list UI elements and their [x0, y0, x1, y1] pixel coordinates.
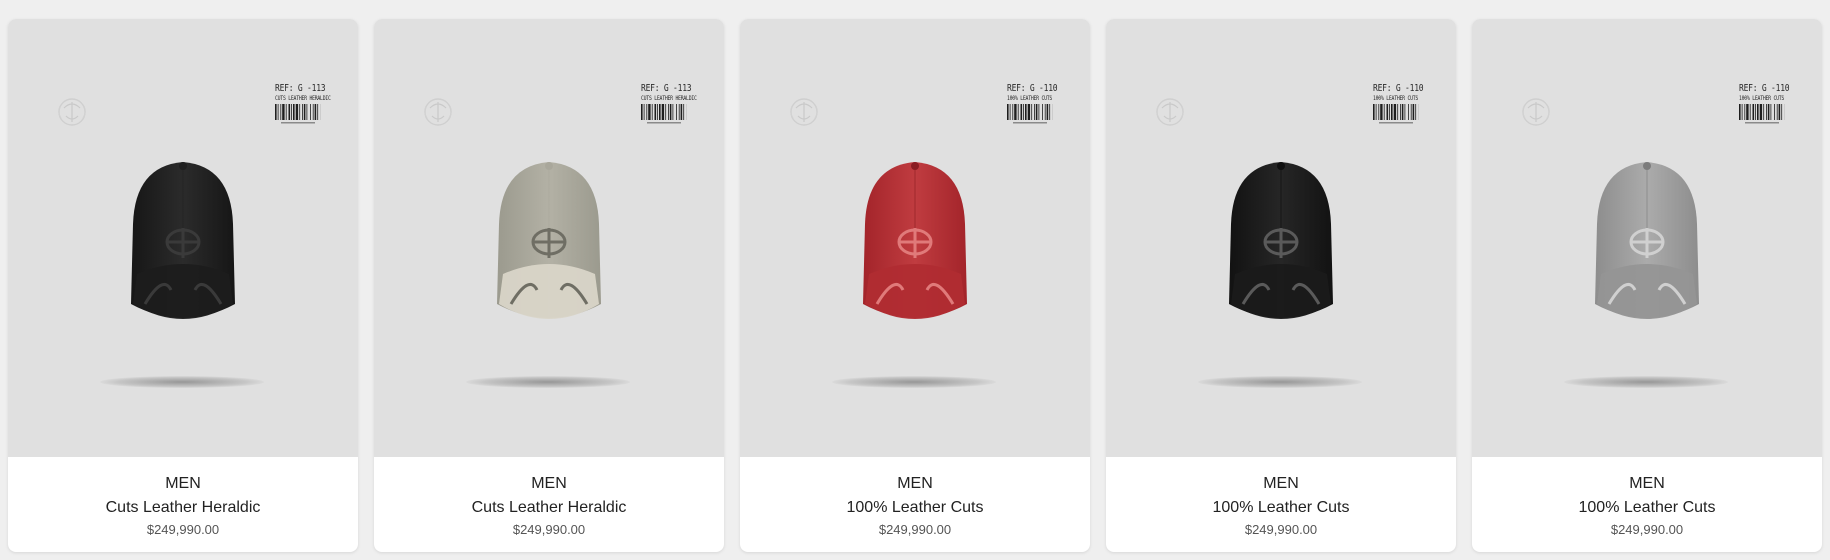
barcode-tag: REF: G -113 CUTS LEATHER HERALDIC	[275, 83, 331, 147]
product-image[interactable]: REF: G -110 100% LEATHER CUTS	[740, 19, 1090, 457]
product-info: MEN 100% Leather Cuts $249,990.00	[1106, 457, 1456, 539]
barcode-digits	[647, 122, 681, 124]
barcode-icon	[1373, 104, 1419, 120]
product-category: MEN	[1263, 475, 1299, 492]
product-info: MEN 100% Leather Cuts $249,990.00	[740, 457, 1090, 539]
product-card[interactable]: REF: G -110 100% LEATHER CUTS MEN 100% L…	[1472, 19, 1822, 552]
barcode-tag: REF: G -110 100% LEATHER CUTS	[1007, 83, 1058, 147]
product-name[interactable]: Cuts Leather Heraldic	[8, 498, 358, 518]
product-category: MEN	[897, 475, 933, 492]
product-image[interactable]: REF: G -110 100% LEATHER CUTS	[1106, 19, 1456, 457]
product-card[interactable]: REF: G -110 100% LEATHER CUTS MEN 100% L…	[1106, 19, 1456, 552]
cap-image	[1595, 162, 1699, 319]
cap-shadow	[1564, 376, 1728, 388]
ref-code: REF: G -113	[275, 83, 326, 94]
brand-logo-icon	[424, 98, 452, 126]
product-price: $249,990.00	[512, 522, 586, 537]
product-category: MEN	[1629, 475, 1665, 492]
product-category: MEN	[531, 475, 567, 492]
product-name[interactable]: 100% Leather Cuts	[1106, 498, 1456, 518]
barcode-icon	[275, 104, 321, 120]
brand-logo-icon	[790, 98, 818, 126]
tag-line: 100% LEATHER CUTS	[1007, 95, 1053, 102]
brand-logo-icon	[58, 98, 86, 126]
product-grid: REF: G -113 CUTS LEATHER HERALDIC MEN Cu…	[8, 19, 1822, 552]
barcode-tag: REF: G -113 CUTS LEATHER HERALDIC	[641, 83, 697, 147]
product-card[interactable]: REF: G -113 CUTS LEATHER HERALDIC MEN Cu…	[8, 19, 358, 552]
tag-line: CUTS LEATHER HERALDIC	[641, 95, 697, 102]
product-price: $249,990.00	[146, 522, 220, 537]
cap-image	[131, 162, 235, 319]
product-info: MEN 100% Leather Cuts $249,990.00	[1472, 457, 1822, 539]
cap-image	[1229, 162, 1333, 319]
brand-logo-icon	[1522, 98, 1550, 126]
product-info: MEN Cuts Leather Heraldic $249,990.00	[8, 457, 358, 539]
cap-shadow	[832, 376, 996, 388]
product-name[interactable]: 100% Leather Cuts	[1472, 498, 1822, 518]
product-card[interactable]: REF: G -113 CUTS LEATHER HERALDIC MEN Cu…	[374, 19, 724, 552]
barcode-digits	[281, 122, 315, 124]
product-price: $249,990.00	[878, 522, 952, 537]
cap-shadow	[1198, 376, 1362, 388]
ref-code: REF: G -113	[641, 83, 692, 94]
barcode-tag: REF: G -110 100% LEATHER CUTS	[1739, 83, 1790, 147]
product-image[interactable]: REF: G -113 CUTS LEATHER HERALDIC	[374, 19, 724, 457]
barcode-tag: REF: G -110 100% LEATHER CUTS	[1373, 83, 1424, 147]
barcode-icon	[641, 104, 687, 120]
cap-image	[497, 162, 601, 319]
brand-logo-icon	[1156, 98, 1184, 126]
tag-line: 100% LEATHER CUTS	[1739, 95, 1785, 102]
product-name[interactable]: 100% Leather Cuts	[740, 498, 1090, 518]
ref-code: REF: G -110	[1739, 83, 1790, 94]
product-name[interactable]: Cuts Leather Heraldic	[374, 498, 724, 518]
barcode-digits	[1745, 122, 1779, 124]
product-card[interactable]: REF: G -110 100% LEATHER CUTS MEN 100% L…	[740, 19, 1090, 552]
cap-shadow	[466, 376, 630, 388]
barcode-digits	[1379, 122, 1413, 124]
barcode-icon	[1739, 104, 1785, 120]
tag-line: 100% LEATHER CUTS	[1373, 95, 1419, 102]
ref-code: REF: G -110	[1373, 83, 1424, 94]
product-category: MEN	[165, 475, 201, 492]
cap-shadow	[100, 376, 264, 388]
product-image[interactable]: REF: G -110 100% LEATHER CUTS	[1472, 19, 1822, 457]
product-price: $249,990.00	[1610, 522, 1684, 537]
product-price: $249,990.00	[1244, 522, 1318, 537]
product-image[interactable]: REF: G -113 CUTS LEATHER HERALDIC	[8, 19, 358, 457]
ref-code: REF: G -110	[1007, 83, 1058, 94]
barcode-icon	[1007, 104, 1053, 120]
product-info: MEN Cuts Leather Heraldic $249,990.00	[374, 457, 724, 539]
barcode-digits	[1013, 122, 1047, 124]
cap-image	[863, 162, 967, 319]
tag-line: CUTS LEATHER HERALDIC	[275, 95, 331, 102]
